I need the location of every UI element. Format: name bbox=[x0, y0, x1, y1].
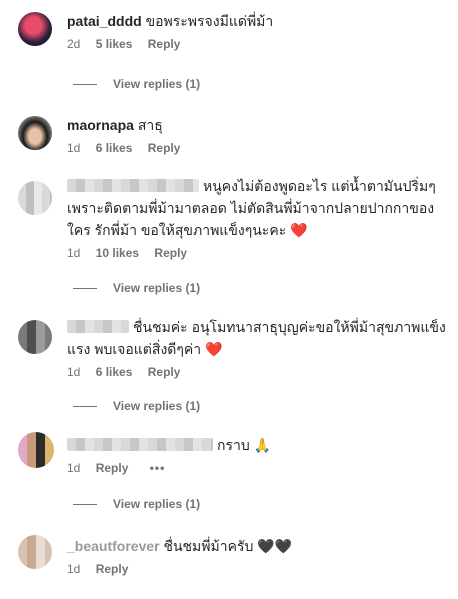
comment-text: ขอพระพรจงมีแด่พี่ม้า bbox=[145, 13, 274, 29]
comment-text: กราบ bbox=[217, 437, 250, 453]
heart-emoji-icon: ❤️ bbox=[290, 222, 308, 238]
replies-line-icon bbox=[73, 406, 97, 408]
blurred-username[interactable] bbox=[67, 438, 213, 451]
reply-button[interactable]: Reply bbox=[96, 562, 129, 576]
comment-username[interactable]: patai_dddd bbox=[67, 13, 142, 29]
praying-hands-emoji-icon: 🙏 bbox=[253, 437, 272, 453]
view-replies-button[interactable]: View replies (1) bbox=[73, 280, 200, 296]
view-replies-button[interactable]: View replies (1) bbox=[73, 496, 200, 512]
reply-button[interactable]: Reply bbox=[148, 37, 181, 51]
view-replies-button[interactable]: View replies (1) bbox=[73, 398, 200, 414]
comment-time: 1d bbox=[67, 461, 81, 475]
blurred-username[interactable] bbox=[67, 179, 199, 192]
reply-button[interactable]: Reply bbox=[154, 246, 187, 260]
likes-count[interactable]: 6 likes bbox=[96, 365, 133, 379]
avatar[interactable] bbox=[18, 535, 52, 569]
replies-line-icon bbox=[73, 504, 97, 506]
likes-count[interactable]: 6 likes bbox=[96, 141, 133, 155]
heart-emoji-icon: ❤️ bbox=[205, 341, 223, 357]
reply-button[interactable]: Reply bbox=[148, 141, 181, 155]
comment-time: 2d bbox=[67, 37, 81, 51]
avatar[interactable] bbox=[18, 12, 52, 46]
comment-time: 1d bbox=[67, 246, 81, 260]
comment-text: ชื่นชมพี่ม้าครับ bbox=[163, 538, 254, 554]
black-hearts-emoji-icon: 🖤🖤 bbox=[257, 538, 293, 554]
replies-line-icon bbox=[73, 84, 97, 86]
blurred-username[interactable] bbox=[67, 320, 129, 333]
avatar[interactable] bbox=[18, 432, 54, 468]
comment-username[interactable]: maornapa bbox=[67, 117, 134, 133]
view-replies-button[interactable]: View replies (1) bbox=[73, 76, 200, 92]
reply-button[interactable]: Reply bbox=[96, 461, 129, 475]
reply-button[interactable]: Reply bbox=[148, 365, 181, 379]
replies-line-icon bbox=[73, 288, 97, 290]
comment-time: 1d bbox=[67, 365, 81, 379]
comment-time: 1d bbox=[67, 562, 81, 576]
comment-text: สาธุ bbox=[137, 117, 163, 133]
comment-username[interactable]: _beautforever bbox=[67, 538, 160, 554]
avatar[interactable] bbox=[18, 320, 52, 354]
likes-count[interactable]: 5 likes bbox=[96, 37, 133, 51]
comment-time: 1d bbox=[67, 141, 81, 155]
avatar[interactable] bbox=[18, 116, 52, 150]
more-options-icon[interactable]: ••• bbox=[150, 461, 166, 475]
likes-count[interactable]: 10 likes bbox=[96, 246, 139, 260]
avatar[interactable] bbox=[18, 181, 52, 215]
